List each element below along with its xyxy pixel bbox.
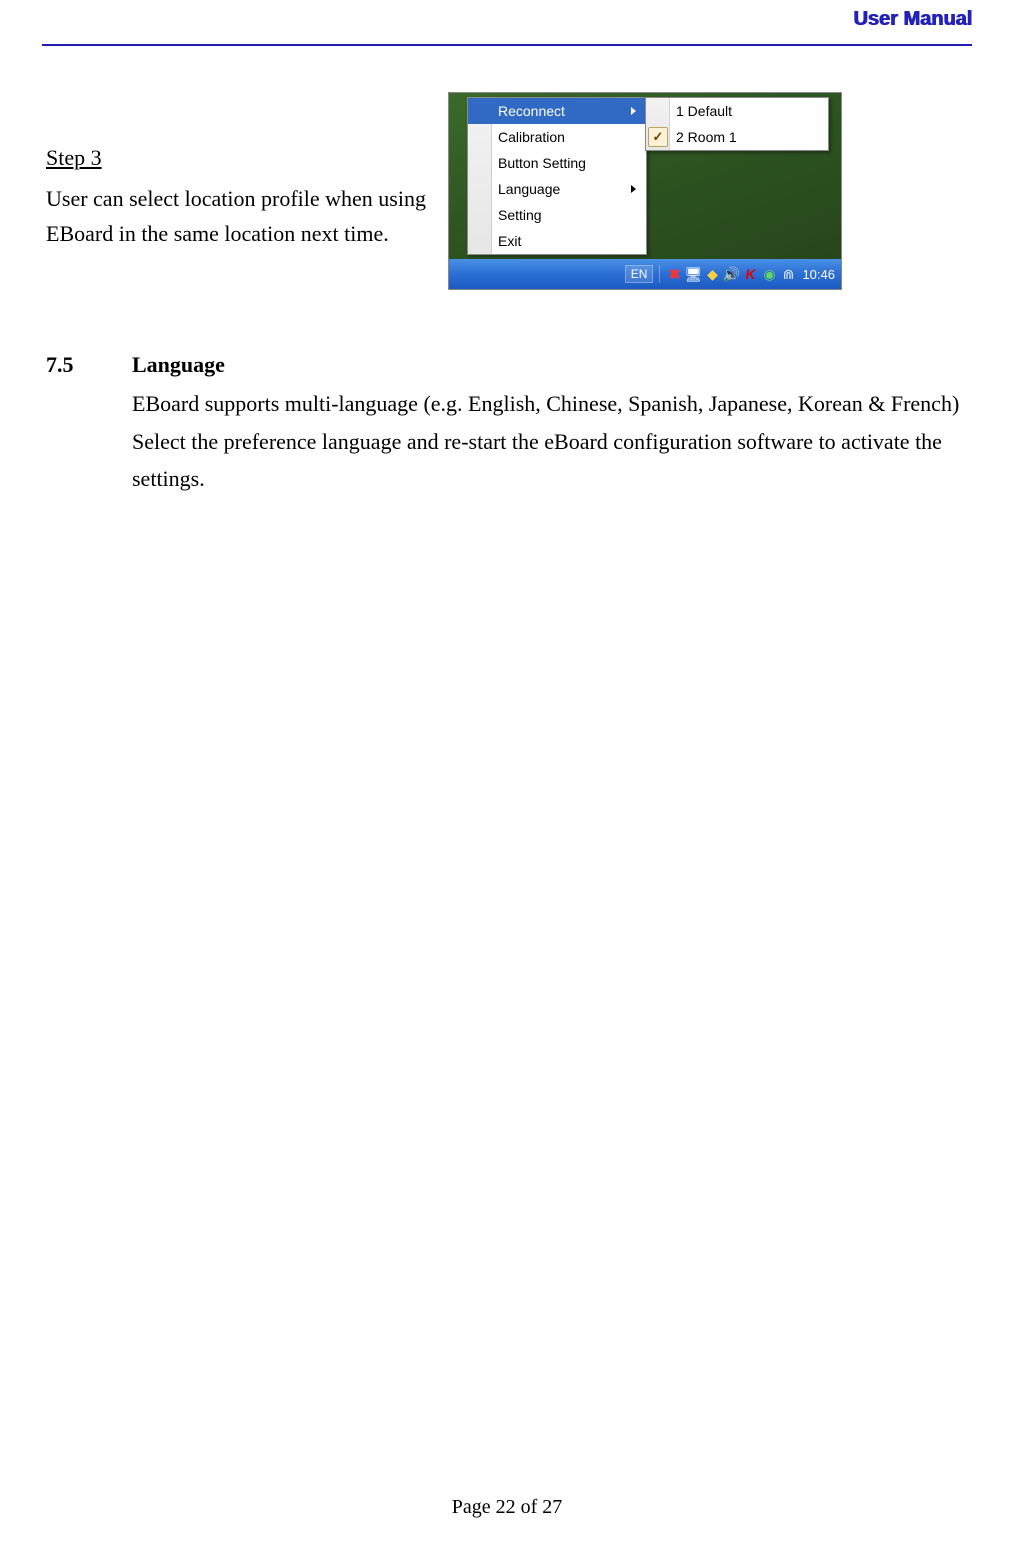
menu-item-setting[interactable]: Setting bbox=[468, 202, 646, 228]
submenu-item-default[interactable]: 1 Default bbox=[646, 98, 828, 124]
page-footer: Page 22 of 27 bbox=[0, 1496, 1014, 1519]
section-paragraph-1: EBoard supports multi-language (e.g. Eng… bbox=[132, 385, 972, 422]
context-menu: Reconnect Calibration Button Setting Lan… bbox=[467, 97, 647, 255]
menu-item-label: Calibration bbox=[498, 129, 565, 145]
check-icon: ✓ bbox=[648, 127, 668, 147]
menu-item-label: Reconnect bbox=[498, 103, 565, 119]
section-paragraph-2: Select the preference language and re-st… bbox=[132, 423, 972, 498]
menu-item-calibration[interactable]: Calibration bbox=[468, 124, 646, 150]
context-submenu: 1 Default ✓ 2 Room 1 bbox=[645, 97, 829, 151]
submenu-item-label: 2 Room 1 bbox=[676, 129, 737, 145]
menu-item-label: Language bbox=[498, 181, 560, 197]
language-indicator[interactable]: EN bbox=[625, 265, 654, 283]
menu-item-label: Exit bbox=[498, 233, 521, 249]
taskbar-clock[interactable]: 10:46 bbox=[802, 267, 835, 282]
submenu-arrow-icon bbox=[631, 185, 636, 193]
submenu-arrow-icon bbox=[631, 107, 636, 115]
section-title: Language bbox=[132, 346, 972, 383]
step-block: Step 3 User can select location profile … bbox=[46, 140, 436, 252]
submenu-item-label: 1 Default bbox=[676, 103, 732, 119]
menu-item-label: Setting bbox=[498, 207, 542, 223]
taskbar: EN ✖ 🖥 ◆ 🔊 K ◉ ⋒ 10:46 bbox=[449, 259, 841, 289]
menu-item-reconnect[interactable]: Reconnect bbox=[468, 98, 646, 124]
header-rule bbox=[42, 44, 972, 46]
tray-shield-icon[interactable]: ◆ bbox=[704, 266, 720, 282]
header-title: User Manual bbox=[853, 8, 972, 31]
menu-item-exit[interactable]: Exit bbox=[468, 228, 646, 254]
system-tray: ✖ 🖥 ◆ 🔊 K ◉ ⋒ bbox=[666, 266, 796, 282]
tray-speaker-icon[interactable]: 🔊 bbox=[723, 266, 739, 282]
section-7-5: 7.5 Language EBoard supports multi-langu… bbox=[46, 346, 972, 498]
tray-monitor-icon[interactable]: 🖥 bbox=[685, 266, 701, 282]
submenu-item-room1[interactable]: ✓ 2 Room 1 bbox=[646, 124, 828, 150]
menu-item-label: Button Setting bbox=[498, 155, 586, 171]
menu-item-button-setting[interactable]: Button Setting bbox=[468, 150, 646, 176]
tray-wifi-icon[interactable]: ⋒ bbox=[780, 266, 796, 282]
section-number: 7.5 bbox=[46, 346, 132, 498]
step-body: User can select location profile when us… bbox=[46, 181, 436, 251]
screenshot-figure: Reconnect Calibration Button Setting Lan… bbox=[448, 92, 842, 290]
step-heading: Step 3 bbox=[46, 140, 436, 175]
tray-error-icon[interactable]: ✖ bbox=[666, 266, 682, 282]
tray-usb-icon[interactable]: ◉ bbox=[761, 266, 777, 282]
tray-kaspersky-icon[interactable]: K bbox=[742, 266, 758, 282]
taskbar-separator bbox=[659, 265, 660, 283]
menu-item-language[interactable]: Language bbox=[468, 176, 646, 202]
